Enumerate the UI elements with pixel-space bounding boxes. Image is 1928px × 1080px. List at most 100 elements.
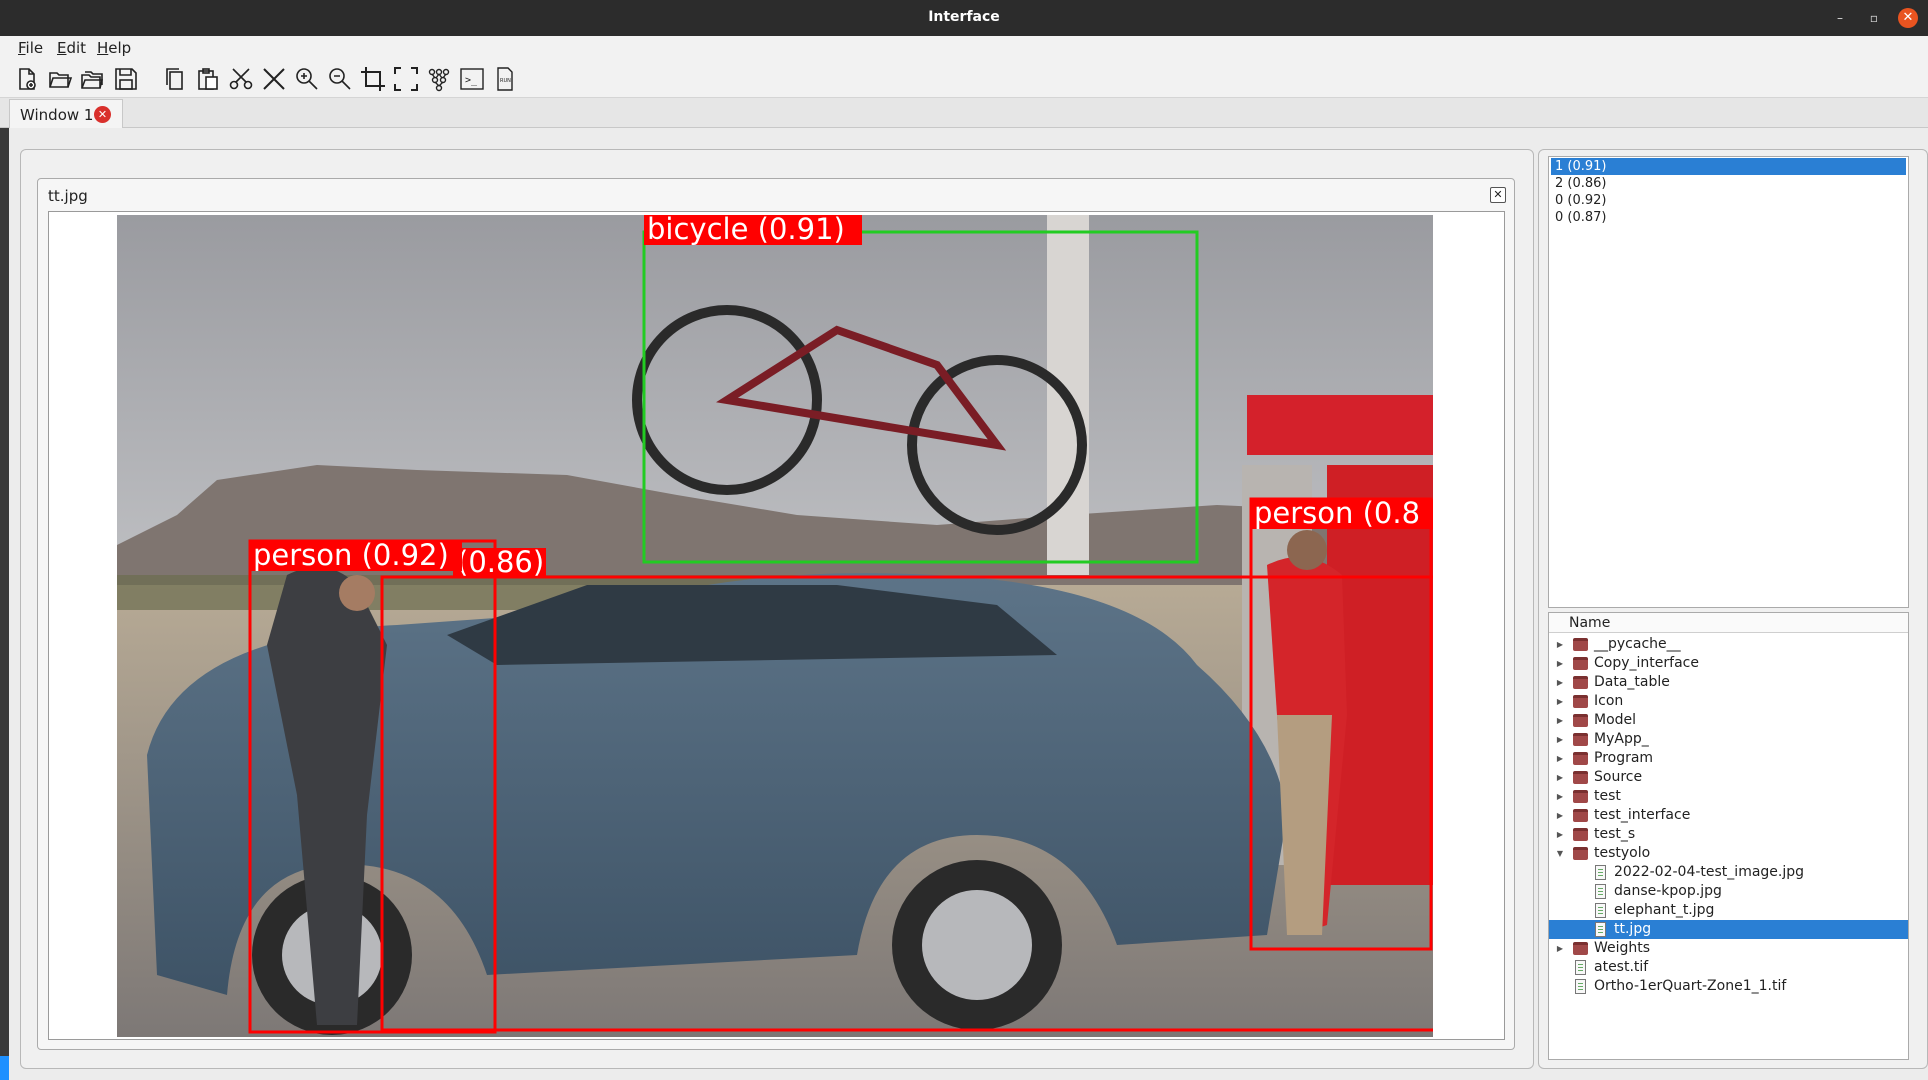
menu-help[interactable]: Help — [97, 39, 131, 57]
collapsed-arrow-icon[interactable]: ▶ — [1555, 673, 1565, 692]
detection-list[interactable]: 1 (0.91) 2 (0.86) 0 (0.92) 0 (0.87) — [1548, 156, 1909, 608]
detection-list-item[interactable]: 0 (0.87) — [1551, 209, 1906, 226]
collapsed-arrow-icon[interactable]: ▶ — [1555, 692, 1565, 711]
open-folders-icon[interactable] — [78, 64, 108, 94]
tree-folder-item[interactable]: ▶ __pycache__ — [1549, 635, 1908, 654]
cut-icon[interactable] — [226, 64, 256, 94]
person-left-head — [339, 575, 375, 611]
terminal-glyph: >_ — [465, 75, 478, 86]
tree-item-label: Data_table — [1594, 674, 1670, 690]
folder-icon — [1573, 638, 1588, 651]
tree-item-label: tt.jpg — [1614, 921, 1652, 937]
tree-folder-item[interactable]: ▶ Data_table — [1549, 673, 1908, 692]
run-file-label: RUN — [500, 78, 511, 84]
collapsed-arrow-icon[interactable]: ▶ — [1555, 730, 1565, 749]
folder-icon — [1573, 676, 1588, 689]
tree-folder-item[interactable]: ▶ MyApp_ — [1549, 730, 1908, 749]
tab-label: Window 1 — [20, 106, 94, 124]
detection-label-car: (0.86) — [457, 545, 544, 579]
collapsed-arrow-icon[interactable]: ▶ — [1555, 787, 1565, 806]
tree-item-label: Ortho-1erQuart-Zone1_1.tif — [1594, 978, 1787, 994]
tree-file-item[interactable]: Ortho-1erQuart-Zone1_1.tif — [1549, 977, 1908, 996]
delete-icon[interactable] — [259, 64, 289, 94]
menu-help-label: elp — [108, 39, 132, 57]
zoom-out-icon[interactable] — [325, 64, 355, 94]
tree-header-name: Name — [1569, 615, 1611, 631]
terminal-icon[interactable]: >_ — [457, 64, 487, 94]
menu-file-mnemonic: F — [18, 39, 26, 57]
tree-item-label: atest.tif — [1594, 959, 1649, 975]
menu-edit-label: dit — [66, 39, 87, 57]
save-icon[interactable] — [111, 64, 141, 94]
tab-window-1[interactable]: Window 1 ✕ — [9, 99, 123, 129]
new-file-icon[interactable] — [12, 64, 42, 94]
toolbar: >_ RUN — [0, 60, 1928, 98]
tree-item-label: 2022-02-04-test_image.jpg — [1614, 864, 1805, 880]
tree-header[interactable]: Name — [1549, 613, 1908, 633]
tree-folder-item[interactable]: ▶ Copy_interface — [1549, 654, 1908, 673]
crop-icon[interactable] — [358, 64, 388, 94]
menu-file[interactable]: File — [18, 39, 43, 57]
folder-icon — [1573, 733, 1588, 746]
fullscreen-icon[interactable] — [391, 64, 421, 94]
tree-folder-item[interactable]: ▶ Weights — [1549, 939, 1908, 958]
tree-folder-item[interactable]: ▶ Program — [1549, 749, 1908, 768]
tree-file-item[interactable]: atest.tif — [1549, 958, 1908, 977]
file-icon — [1595, 884, 1606, 899]
collapsed-arrow-icon[interactable]: ▶ — [1555, 806, 1565, 825]
detection-label-person-right: person (0.8 — [1254, 496, 1420, 530]
person-right-head — [1287, 530, 1327, 570]
tree-folder-item[interactable]: ▶ test — [1549, 787, 1908, 806]
folder-icon — [1573, 752, 1588, 765]
expanded-arrow-icon[interactable]: ▼ — [1555, 844, 1565, 863]
tree-folder-item[interactable]: ▼ testyolo — [1549, 844, 1908, 863]
detection-list-item[interactable]: 0 (0.92) — [1551, 192, 1906, 209]
tree-item-label: MyApp_ — [1594, 731, 1649, 747]
file-tree[interactable]: Name ▶ __pycache__ ▶ Copy_interface ▶ Data_ta… — [1548, 612, 1909, 1060]
collapsed-arrow-icon[interactable]: ▶ — [1555, 749, 1565, 768]
detection-list-item[interactable]: 2 (0.86) — [1551, 175, 1906, 192]
tree-item-label: Source — [1594, 769, 1643, 785]
maximize-button[interactable]: ▫ — [1864, 8, 1884, 28]
subwindow-close-icon[interactable]: ✕ — [1490, 187, 1506, 203]
tree-file-item[interactable]: 2022-02-04-test_image.jpg — [1549, 863, 1908, 882]
menu-edit[interactable]: Edit — [57, 39, 86, 57]
tree-file-item[interactable]: tt.jpg — [1549, 920, 1908, 939]
collapsed-arrow-icon[interactable]: ▶ — [1555, 654, 1565, 673]
subwindow-title: tt.jpg — [48, 187, 88, 205]
close-window-button[interactable]: ✕ — [1898, 8, 1918, 28]
open-folder-icon[interactable] — [45, 64, 75, 94]
copy-icon[interactable] — [160, 64, 190, 94]
tree-folder-item[interactable]: ▶ test_interface — [1549, 806, 1908, 825]
folder-icon — [1573, 847, 1588, 860]
folder-icon — [1573, 771, 1588, 784]
collapsed-arrow-icon[interactable]: ▶ — [1555, 768, 1565, 787]
minimize-button[interactable]: – — [1830, 8, 1850, 28]
tree-folder-item[interactable]: ▶ Model — [1549, 711, 1908, 730]
title-bar: Interface – ▫ ✕ — [0, 0, 1928, 36]
tree-folder-item[interactable]: ▶ Icon — [1549, 692, 1908, 711]
collapsed-arrow-icon[interactable]: ▶ — [1555, 825, 1565, 844]
collapsed-arrow-icon[interactable]: ▶ — [1555, 939, 1565, 958]
gas-canopy-sign — [1247, 395, 1433, 455]
tree-folder-item[interactable]: ▶ Source — [1549, 768, 1908, 787]
tree-folder-item[interactable]: ▶ test_s — [1549, 825, 1908, 844]
detection-list-item[interactable]: 1 (0.91) — [1551, 158, 1906, 175]
tree-item-label: Icon — [1594, 693, 1624, 709]
paste-icon[interactable] — [193, 64, 223, 94]
detection-image[interactable]: bicycle (0.91) (0.86) person (0.92) pers… — [117, 215, 1433, 1037]
collapsed-arrow-icon[interactable]: ▶ — [1555, 711, 1565, 730]
menu-bar: File Edit Help — [0, 36, 1928, 60]
run-file-icon[interactable]: RUN — [490, 64, 520, 94]
tab-close-icon[interactable]: ✕ — [94, 106, 111, 123]
zoom-in-icon[interactable] — [292, 64, 322, 94]
collapsed-arrow-icon[interactable]: ▶ — [1555, 635, 1565, 654]
menu-file-label: ile — [25, 39, 44, 57]
tab-bar: Window 1 ✕ — [0, 98, 1928, 129]
tree-item-label: danse-kpop.jpg — [1614, 883, 1722, 899]
tree-file-item[interactable]: danse-kpop.jpg — [1549, 882, 1908, 901]
tree-file-item[interactable]: elephant_t.jpg — [1549, 901, 1908, 920]
network-icon[interactable] — [424, 64, 454, 94]
file-icon — [1595, 865, 1606, 880]
left-edge-strip — [0, 36, 9, 1080]
